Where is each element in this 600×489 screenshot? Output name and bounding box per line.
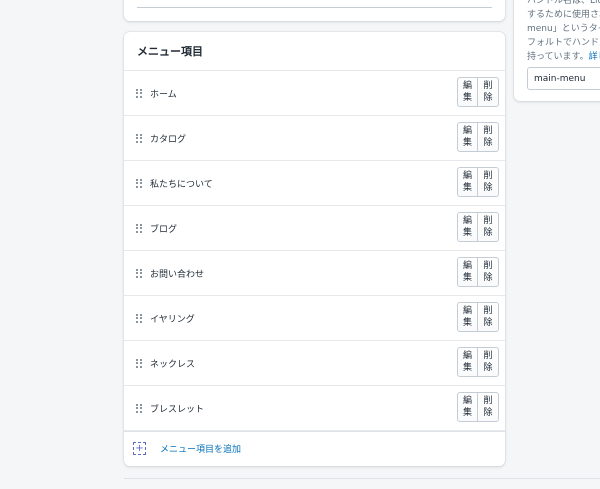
page-divider	[124, 478, 600, 479]
menu-item-label: ブログ	[150, 224, 178, 235]
edit-button[interactable]: 編集	[457, 392, 478, 422]
menu-item-label: カタログ	[150, 134, 187, 145]
drag-handle-icon[interactable]	[136, 88, 142, 98]
menu-item-label: イヤリング	[150, 314, 195, 325]
handle-input[interactable]	[527, 67, 600, 90]
menu-item-label: ブレスレット	[150, 404, 205, 415]
menu-item-row[interactable]: ブレスレット 編集 削除	[124, 386, 505, 431]
handle-description-line: menu」というタイ	[527, 24, 600, 34]
item-action-group: 編集 削除	[457, 257, 499, 287]
drag-handle-icon[interactable]	[136, 223, 142, 233]
page: メニュー項目 ホーム 編集 削除 カタログ 編集 削除 私たちについて 編集 削…	[0, 0, 600, 489]
delete-button[interactable]: 削除	[478, 77, 499, 107]
drag-handle-icon[interactable]	[136, 178, 142, 188]
handle-description-line: するために使用され	[527, 10, 600, 20]
delete-button[interactable]: 削除	[478, 392, 499, 422]
handle-description-line: 持っています。詳し	[527, 50, 600, 64]
item-action-group: 編集 削除	[457, 77, 499, 107]
item-action-group: 編集 削除	[457, 167, 499, 197]
handle-description-line: フォルトでハンドル	[527, 38, 600, 48]
edit-button[interactable]: 編集	[457, 212, 478, 242]
item-action-group: 編集 削除	[457, 212, 499, 242]
menu-items-card: メニュー項目 ホーム 編集 削除 カタログ 編集 削除 私たちについて 編集 削…	[124, 32, 505, 466]
edit-button[interactable]: 編集	[457, 122, 478, 152]
handle-description-text: 持っています。	[527, 52, 589, 62]
menu-item-label: ホーム	[150, 89, 177, 100]
previous-card	[124, 0, 505, 21]
item-action-group: 編集 削除	[457, 122, 499, 152]
delete-button[interactable]: 削除	[478, 167, 499, 197]
drag-handle-icon[interactable]	[136, 268, 142, 278]
menu-item-row[interactable]: 私たちについて 編集 削除	[124, 161, 505, 206]
delete-button[interactable]: 削除	[478, 302, 499, 332]
menu-item-row[interactable]: イヤリング 編集 削除	[124, 296, 505, 341]
drag-handle-icon[interactable]	[136, 313, 142, 323]
menu-item-label: 私たちについて	[150, 179, 213, 190]
edit-button[interactable]: 編集	[457, 302, 478, 332]
delete-button[interactable]: 削除	[478, 122, 499, 152]
handle-card: ハンドル名は、Liqu するために使用され menu」というタイ フォルトでハン…	[514, 0, 600, 101]
delete-button[interactable]: 削除	[478, 212, 499, 242]
drag-handle-icon[interactable]	[136, 133, 142, 143]
delete-button[interactable]: 削除	[478, 257, 499, 287]
edit-button[interactable]: 編集	[457, 257, 478, 287]
menu-items-heading: メニュー項目	[124, 32, 505, 71]
menu-items-list: ホーム 編集 削除 カタログ 編集 削除 私たちについて 編集 削除 ブログ 編…	[124, 71, 505, 431]
edit-button[interactable]: 編集	[457, 77, 478, 107]
drag-handle-icon[interactable]	[136, 358, 142, 368]
menu-item-row[interactable]: お問い合わせ 編集 削除	[124, 251, 505, 296]
delete-button[interactable]: 削除	[478, 347, 499, 377]
card-divider	[137, 7, 492, 8]
menu-item-row[interactable]: カタログ 編集 削除	[124, 116, 505, 161]
handle-description-line: ハンドル名は、Liqu	[527, 0, 600, 6]
edit-button[interactable]: 編集	[457, 347, 478, 377]
add-menu-item-row[interactable]: + メニュー項目を追加	[124, 431, 505, 465]
item-action-group: 編集 削除	[457, 347, 499, 377]
item-action-group: 編集 削除	[457, 302, 499, 332]
menu-item-row[interactable]: ネックレス 編集 削除	[124, 341, 505, 386]
menu-item-label: お問い合わせ	[150, 269, 205, 280]
drag-handle-icon[interactable]	[136, 403, 142, 413]
learn-more-link[interactable]: 詳し	[589, 52, 600, 62]
menu-item-row[interactable]: ブログ 編集 削除	[124, 206, 505, 251]
item-action-group: 編集 削除	[457, 392, 499, 422]
add-item-icon[interactable]: +	[133, 442, 146, 455]
add-menu-item-link[interactable]: メニュー項目を追加	[160, 442, 241, 455]
menu-item-row[interactable]: ホーム 編集 削除	[124, 71, 505, 116]
handle-description: ハンドル名は、Liqu するために使用され menu」というタイ フォルトでハン…	[527, 0, 600, 64]
edit-button[interactable]: 編集	[457, 167, 478, 197]
menu-item-label: ネックレス	[150, 359, 196, 370]
